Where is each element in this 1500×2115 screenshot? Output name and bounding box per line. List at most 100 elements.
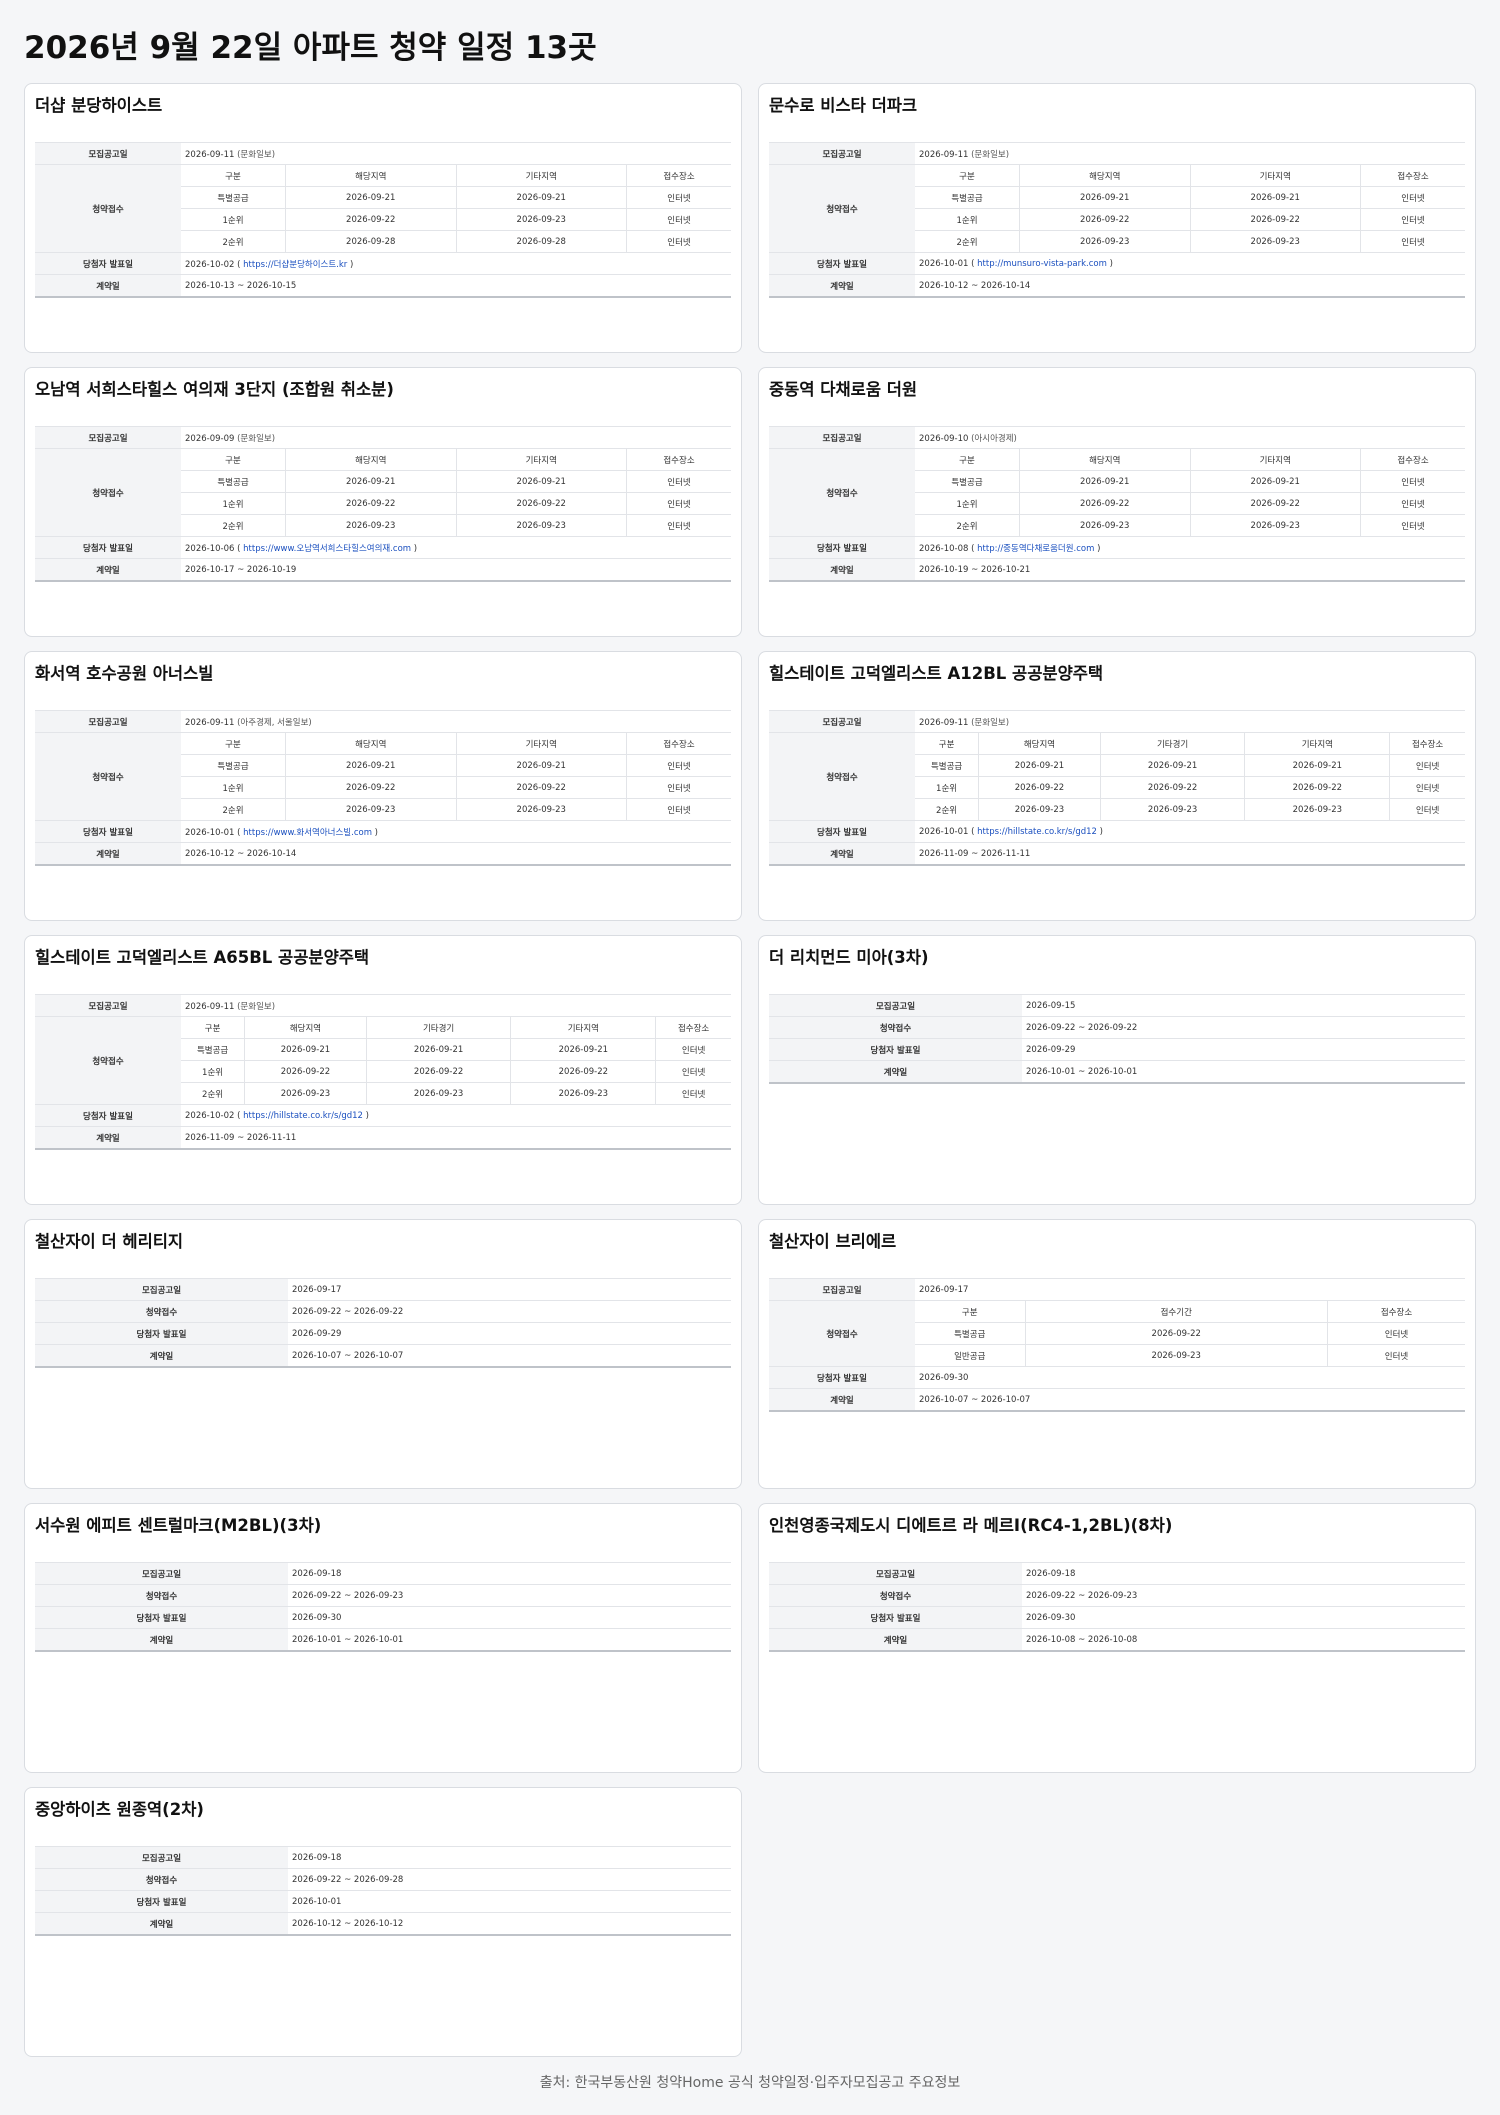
card-title: 힐스테이트 고덕엘리스트 A12BL 공공분양주택 xyxy=(769,664,1104,683)
schedule-card: 힐스테이트 고덕엘리스트 A65BL 공공분양주택 모집공고일 2026-09-11… xyxy=(24,935,742,1205)
schedule-table: 모집공고일 2026-09-15 청약접수 2026-09-22 ~ 2026-09-… xyxy=(769,994,1465,1084)
subscription-detail-row: 1순위 2026-09-22 2026-09-22 인터넷 xyxy=(915,208,1465,231)
table-cell: 2순위 xyxy=(222,237,244,248)
subscription-detail-table: 구분 해당지역 기타지역 접수장소 특별공급 2026-09-21 2026-09-21 인터… xyxy=(915,449,1465,536)
winner-announcement-link[interactable]: https://더샵분당하이스트.kr xyxy=(243,260,347,270)
winner-date-cell: 2026-09-29 xyxy=(288,1322,731,1345)
table-cell: 2026-09-22 xyxy=(1189,208,1361,231)
table-cell: 2026-09-23 xyxy=(455,514,627,536)
winner-label: 당첨자 발표일 xyxy=(769,1366,915,1389)
winner-label: 당첨자 발표일 xyxy=(769,1038,1022,1061)
winner-row: 당첨자 발표일 2026-10-02 ( https://hillstate.co… xyxy=(35,1104,731,1127)
subscription-label: 청약접수 xyxy=(35,1300,288,1323)
table-cell: 2026-09-23 xyxy=(1189,514,1361,536)
notice-date-label: 모집공고일 xyxy=(35,994,181,1017)
winner-date-cell: 2026-10-02 ( https://hillstate.co.kr/s/g… xyxy=(181,1104,731,1127)
subscription-period: 2026-09-22 ~ 2026-09-23 xyxy=(1022,1584,1465,1607)
winner-row: 당첨자 발표일 2026-10-02 ( https://더샵분당하이스트.kr … xyxy=(35,252,731,275)
table-cell: 인터넷 xyxy=(626,230,731,252)
winner-announcement-link[interactable]: https://www.화서역아너스빌.com xyxy=(243,828,372,838)
contract-row: 계약일 2026-10-07 ~ 2026-10-07 xyxy=(35,1344,731,1368)
winner-row: 당첨자 발표일 2026-10-01 ( https://www.화서역아너스빌.… xyxy=(35,820,731,843)
column-header: 접수장소 xyxy=(1389,733,1465,755)
column-header: 해당지역 xyxy=(978,733,1101,755)
winner-date: 2026-09-30 xyxy=(292,1612,342,1623)
table-cell: 2026-09-23 xyxy=(1099,798,1245,820)
winner-row: 당첨자 발표일 2026-09-29 xyxy=(769,1038,1465,1061)
subscription-detail-row: 1순위 2026-09-22 2026-09-22 인터넷 xyxy=(915,492,1465,515)
table-cell: 인터넷 xyxy=(626,492,731,515)
winner-row: 당첨자 발표일 2026-09-30 xyxy=(35,1606,731,1629)
table-cell: 2026-09-23 xyxy=(1019,230,1190,252)
winner-date-cell: 2026-09-30 xyxy=(288,1606,731,1629)
notice-newspaper: (아주경제, 서울일보) xyxy=(237,717,312,728)
subscription-detail-row: 특별공급 2026-09-21 2026-09-21 2026-09-21 인터넷 xyxy=(181,1038,731,1061)
winner-announcement-link[interactable]: https://www.오남역서희스타힐스여의재.com xyxy=(243,544,411,554)
table-cell: 2순위 xyxy=(956,237,978,248)
winner-row: 당첨자 발표일 2026-10-01 ( https://hillstate.co… xyxy=(769,820,1465,843)
subscription-header-row: 구분 해당지역 기타지역 접수장소 xyxy=(915,449,1465,471)
winner-label: 당첨자 발표일 xyxy=(769,1606,1022,1629)
contract-period: 2026-10-12 ~ 2026-10-14 xyxy=(915,274,1465,298)
winner-announcement-link[interactable]: https://hillstate.co.kr/s/gd12 xyxy=(977,827,1097,837)
contract-period: 2026-11-09 ~ 2026-11-11 xyxy=(915,842,1465,866)
subscription-row: 청약접수 구분 해당지역 기타지역 접수장소 특별공급 2026-09-21 2026-09-… xyxy=(35,164,731,253)
winner-date: 2026-10-08 xyxy=(919,543,969,554)
column-header: 기타지역 xyxy=(1189,449,1361,471)
subscription-detail-table: 구분 해당지역 기타지역 접수장소 특별공급 2026-09-21 2026-09-21 인터… xyxy=(181,165,731,252)
notice-date-label: 모집공고일 xyxy=(769,142,915,165)
notice-newspaper: (문화일보) xyxy=(237,1001,276,1012)
schedule-table: 모집공고일 2026-09-11 (문화일보) 청약접수 구분 해당지역 기타경기 기타지역… xyxy=(35,994,731,1150)
winner-date: 2026-10-02 xyxy=(185,259,235,270)
card-title: 서수원 에피트 센트럴마크(M2BL)(3차) xyxy=(35,1516,322,1535)
column-header: 기타지역 xyxy=(455,449,627,471)
table-cell: 2순위 xyxy=(202,1089,224,1100)
table-cell: 특별공급 xyxy=(915,186,1020,209)
table-cell: 2026-09-22 xyxy=(285,492,456,515)
table-cell: 인터넷 xyxy=(655,1082,731,1104)
table-cell: 2026-09-23 xyxy=(455,798,627,820)
notice-date-cell: 2026-09-11 (문화일보) xyxy=(915,142,1465,165)
notice-row: 모집공고일 2026-09-11 (문화일보) xyxy=(769,142,1465,165)
table-cell: 일반공급 xyxy=(954,1351,986,1362)
winner-announcement-link[interactable]: http://munsuro-vista-park.com xyxy=(977,259,1107,269)
notice-newspaper: (문화일보) xyxy=(971,149,1010,160)
column-header: 구분 xyxy=(915,733,979,755)
table-cell: 2026-09-22 xyxy=(455,492,627,515)
contract-row: 계약일 2026-10-08 ~ 2026-10-08 xyxy=(769,1628,1465,1652)
table-cell: 2026-09-21 xyxy=(244,1038,367,1061)
contract-label: 계약일 xyxy=(769,274,915,298)
subscription-detail-row: 1순위 2026-09-22 2026-09-23 인터넷 xyxy=(181,208,731,231)
notice-newspaper: (문화일보) xyxy=(237,149,276,160)
subscription-row: 청약접수 구분 접수기간 접수장소 특별공급 2026-09-22 인터넷 일반공급 2026-… xyxy=(769,1300,1465,1367)
table-cell: 2026-09-23 xyxy=(285,798,456,820)
contract-label: 계약일 xyxy=(35,558,181,582)
notice-newspaper: (문화일보) xyxy=(971,717,1010,728)
winner-date: 2026-10-01 xyxy=(185,827,235,838)
table-cell: 특별공급 xyxy=(915,1322,1025,1345)
column-header: 구분 xyxy=(181,449,286,471)
table-cell: 특별공급 xyxy=(915,470,1020,493)
contract-row: 계약일 2026-10-17 ~ 2026-10-19 xyxy=(35,558,731,582)
subscription-detail-row: 일반공급 2026-09-23 인터넷 xyxy=(915,1344,1465,1366)
table-cell: 2026-09-22 xyxy=(1244,776,1390,799)
contract-label: 계약일 xyxy=(35,1628,288,1652)
winner-announcement-link[interactable]: https://hillstate.co.kr/s/gd12 xyxy=(243,1111,363,1121)
subscription-label: 청약접수 xyxy=(769,164,915,253)
winner-label: 당첨자 발표일 xyxy=(769,252,915,275)
winner-date-cell: 2026-10-01 ( http://munsuro-vista-park.c… xyxy=(915,252,1465,275)
table-cell: 인터넷 xyxy=(1327,1322,1465,1345)
contract-period: 2026-11-09 ~ 2026-11-11 xyxy=(181,1126,731,1150)
schedule-card-grid: 더샵 분당하이스트 모집공고일 2026-09-11 (문화일보) 청약접수 구분 해당지… xyxy=(24,83,1476,2057)
table-cell: 인터넷 xyxy=(626,186,731,209)
subscription-detail-row: 2순위 2026-09-28 2026-09-28 인터넷 xyxy=(181,230,731,252)
table-cell: 2026-09-21 xyxy=(285,470,456,493)
table-cell: 2026-09-28 xyxy=(285,230,456,252)
subscription-detail-cell: 구분 해당지역 기타지역 접수장소 특별공급 2026-09-21 2026-09-21 인터… xyxy=(181,448,731,537)
column-header: 접수장소 xyxy=(1327,1301,1465,1323)
table-cell: 1순위 xyxy=(915,492,1020,515)
contract-row: 계약일 2026-10-07 ~ 2026-10-07 xyxy=(769,1388,1465,1412)
subscription-detail-row: 2순위 2026-09-23 2026-09-23 2026-09-23 인터넷 xyxy=(915,798,1465,820)
subscription-row: 청약접수 구분 해당지역 기타경기 기타지역 접수장소 특별공급 2026-09-21 2026… xyxy=(769,732,1465,821)
winner-announcement-link[interactable]: http://중동역다채로움더원.com xyxy=(977,544,1094,554)
